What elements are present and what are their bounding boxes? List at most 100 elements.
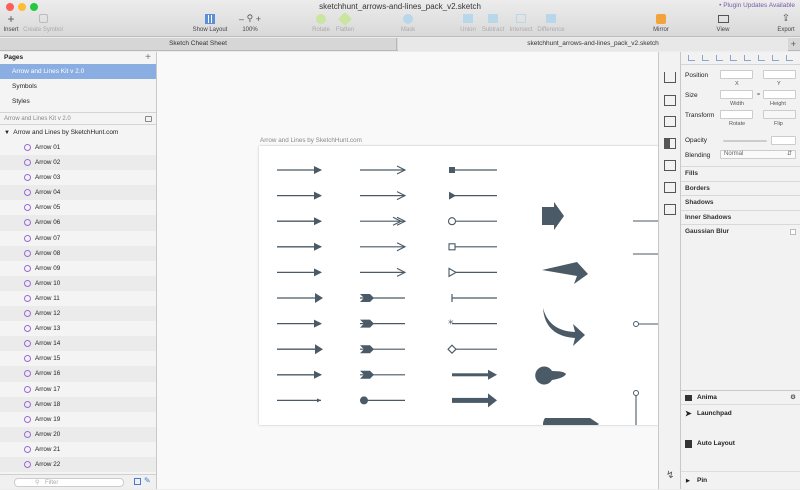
symbol-instance-icon <box>24 279 31 287</box>
flatten-button[interactable]: Flatten <box>334 11 356 36</box>
tab-arrows-and-lines-pack[interactable]: sketchhunt_arrows-and-lines_pack_v2.sket… <box>398 38 788 51</box>
width-field[interactable] <box>720 90 753 99</box>
canvas[interactable]: Arrow and Lines by SketchHunt.com * <box>157 52 658 489</box>
page-item-arrow-and-lines-kit[interactable]: Arrow and Lines Kit v 2.0 <box>0 64 156 79</box>
layer-item[interactable]: Arrow 10 <box>0 275 156 291</box>
add-page-button[interactable]: + <box>145 52 151 64</box>
union-button[interactable]: Union <box>458 12 478 36</box>
pin-row[interactable]: ▶ Pin <box>681 471 800 490</box>
layer-item[interactable]: Arrow 20 <box>0 426 156 442</box>
align-top-icon[interactable] <box>729 55 737 61</box>
create-symbol-button[interactable]: Create Symbol <box>22 12 64 36</box>
align-bottom-icon[interactable] <box>758 55 766 61</box>
layer-item[interactable]: Arrow 15 <box>0 351 156 366</box>
gaussian-blur-section[interactable]: Gaussian Blur <box>681 224 800 238</box>
layer-item[interactable]: Arrow 05 <box>0 200 156 215</box>
distribute-horizontal-icon[interactable] <box>772 55 780 61</box>
image-icon[interactable] <box>664 204 676 215</box>
mask-button[interactable]: Mask <box>398 12 418 36</box>
shadows-section[interactable]: Shadows <box>681 195 800 209</box>
difference-button[interactable]: Difference <box>536 12 566 36</box>
align-middle-icon[interactable] <box>744 55 752 61</box>
layer-item[interactable]: Arrow 14 <box>0 336 156 352</box>
disclosure-triangle-icon[interactable]: ▶ <box>686 472 690 490</box>
distribute-vertical-icon[interactable] <box>786 55 794 61</box>
gaussian-blur-toggle[interactable] <box>790 229 796 235</box>
artboard[interactable]: * <box>259 146 658 425</box>
layer-item[interactable]: Arrow 07 <box>0 231 156 246</box>
layer-item[interactable]: Arrow 02 <box>0 155 156 171</box>
layer-item[interactable]: Arrow 12 <box>0 306 156 322</box>
anima-settings-icon[interactable]: ⚙ <box>790 391 796 405</box>
layer-item[interactable]: Arrow 11 <box>0 291 156 306</box>
printer-icon[interactable] <box>664 95 676 106</box>
resize-icon[interactable] <box>664 160 676 171</box>
rotate-icon <box>316 13 326 24</box>
filter-input[interactable]: ⚲ Filter <box>14 478 124 487</box>
lightning-icon[interactable]: ↯ <box>666 470 674 481</box>
layer-label: Arrow 16 <box>35 370 61 378</box>
pages-title: Pages <box>4 54 24 61</box>
layer-group-row[interactable]: ▼ Arrow and Lines by SketchHunt.com <box>0 125 156 140</box>
page-item-symbols[interactable]: Symbols <box>0 79 156 94</box>
collapse-icon[interactable] <box>145 116 152 122</box>
launchpad-label: Launchpad <box>697 410 732 417</box>
share-icon[interactable] <box>664 72 676 83</box>
artboards-icon[interactable] <box>664 138 676 149</box>
blending-select[interactable]: Normal ⇵ <box>720 150 796 159</box>
flatten-icon <box>337 11 353 26</box>
zoom-control[interactable]: – ⚲ + 100% <box>232 12 268 36</box>
borders-section[interactable]: Borders <box>681 181 800 195</box>
rotate-field[interactable] <box>720 110 753 119</box>
layer-item[interactable]: Arrow 06 <box>0 215 156 231</box>
layer-item[interactable]: Arrow 09 <box>0 261 156 276</box>
position-y-field[interactable] <box>763 70 796 79</box>
align-center-icon[interactable] <box>701 55 709 61</box>
tab-sketch-cheat-sheet[interactable]: Sketch Cheat Sheet <box>0 38 397 51</box>
layer-item[interactable]: Arrow 18 <box>0 396 156 412</box>
layer-item[interactable]: Arrow 13 <box>0 321 156 336</box>
view-button[interactable]: View <box>712 12 734 36</box>
auto-layout-row[interactable]: Auto Layout <box>681 437 800 451</box>
flip-buttons[interactable] <box>763 110 796 119</box>
export-button[interactable]: ⇪ Export <box>774 12 798 36</box>
layer-item[interactable]: Arrow 08 <box>0 245 156 261</box>
zoom-out-icon[interactable]: – <box>239 14 244 24</box>
opacity-field[interactable] <box>771 136 796 145</box>
page-item-styles[interactable]: Styles <box>0 94 156 109</box>
layer-item[interactable]: Arrow 04 <box>0 185 156 201</box>
plugin-updates-badge[interactable]: • Plugin Updates Available <box>719 2 795 9</box>
height-field[interactable] <box>763 90 796 99</box>
intersect-button[interactable]: Intersect <box>508 12 534 36</box>
insert-button[interactable]: + Insert <box>2 12 20 36</box>
new-tab-button[interactable]: + <box>791 38 796 50</box>
launchpad-row[interactable]: ➤ Launchpad <box>681 407 800 421</box>
edit-icon[interactable]: ✎ <box>144 476 151 485</box>
crop-icon[interactable] <box>664 182 676 193</box>
fills-section[interactable]: Fills <box>681 166 800 180</box>
layer-item[interactable]: Arrow 03 <box>0 170 156 185</box>
align-left-icon[interactable] <box>687 55 695 61</box>
document-icon[interactable] <box>664 116 676 127</box>
position-x-field[interactable] <box>720 70 753 79</box>
rotate-button[interactable]: Rotate <box>310 12 332 36</box>
layer-item[interactable]: Arrow 19 <box>0 412 156 427</box>
inner-shadows-section[interactable]: Inner Shadows <box>681 210 800 224</box>
disclosure-triangle-icon[interactable]: ▼ <box>4 130 10 136</box>
lock-ratio-icon[interactable]: ⚭ <box>756 91 761 98</box>
layer-label: Arrow 17 <box>35 385 61 393</box>
subtract-button[interactable]: Subtract <box>480 12 506 36</box>
layer-options-icon[interactable] <box>134 478 141 485</box>
arrow-shape-56 <box>447 344 457 354</box>
layer-item[interactable]: Arrow 16 <box>0 366 156 382</box>
show-layout-button[interactable]: Show Layout <box>190 12 230 36</box>
layer-item[interactable]: Arrow 22 <box>0 456 156 473</box>
layer-item[interactable]: Arrow 21 <box>0 442 156 457</box>
layer-item[interactable]: Arrow 17 <box>0 382 156 397</box>
zoom-in-icon[interactable]: + <box>256 14 261 24</box>
artboard-title[interactable]: Arrow and Lines by SketchHunt.com <box>260 137 362 144</box>
layer-item[interactable]: Arrow 01 <box>0 140 156 155</box>
mirror-button[interactable]: Mirror <box>650 12 672 36</box>
align-right-icon[interactable] <box>715 55 723 61</box>
opacity-slider[interactable] <box>723 140 767 142</box>
